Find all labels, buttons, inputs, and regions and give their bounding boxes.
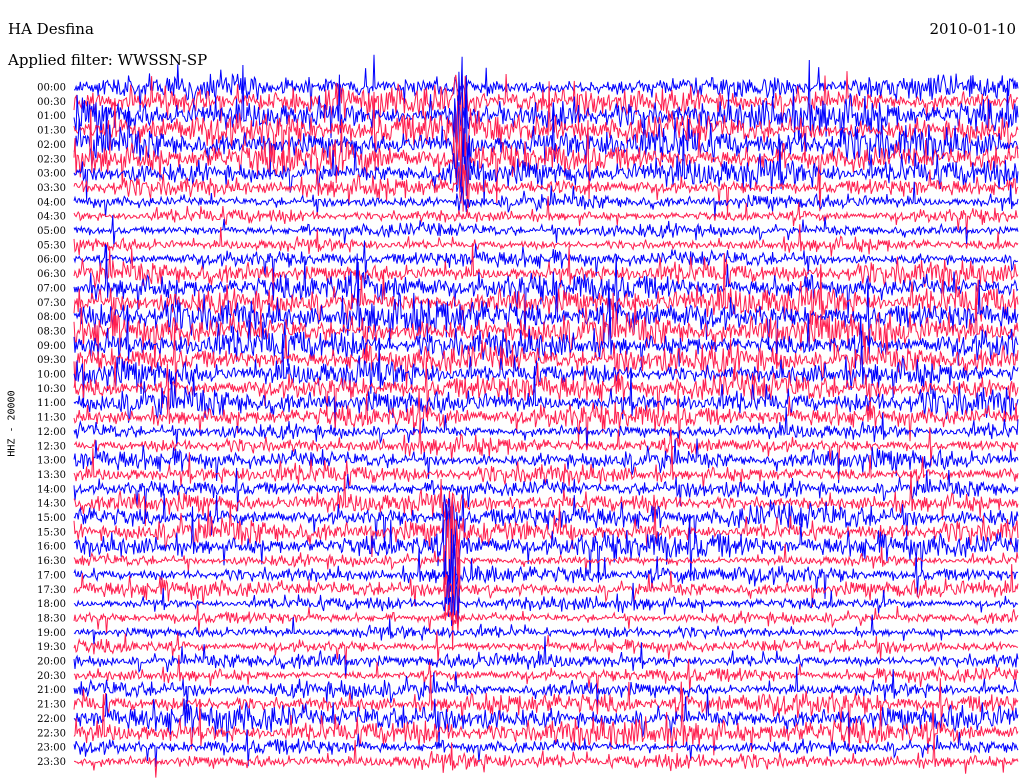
seismogram-plot: 00:00 00:30 01:00 01:30 02:00 02:30 03:00 03:30… (37, 54, 1019, 778)
tick-label: 06:30 (37, 269, 66, 280)
tick-label: 02:30 (37, 154, 66, 165)
trace-line (73, 215, 1019, 247)
tick-label: 21:00 (37, 685, 66, 696)
tick-label: 13:00 (37, 456, 66, 467)
tick-label: 23:00 (37, 743, 66, 754)
tick-label: 01:00 (37, 111, 66, 122)
tick-label: 03:30 (37, 183, 66, 194)
tick-label: 05:30 (37, 240, 66, 251)
filter-label: Applied filter: WWSSN-SP (8, 51, 208, 69)
tick-label: 00:30 (37, 97, 66, 108)
tick-label: 19:00 (37, 628, 66, 639)
tick-label: 13:30 (37, 470, 66, 481)
trace-line (73, 357, 1019, 425)
tick-label: 23:30 (37, 757, 66, 768)
tick-label: 09:30 (37, 355, 66, 366)
tick-label: 18:00 (37, 599, 66, 610)
tick-label: 02:00 (37, 140, 66, 151)
tick-label: 12:30 (37, 441, 66, 452)
tick-label: 06:00 (37, 255, 66, 266)
trace-line (73, 157, 1019, 214)
tick-label: 14:30 (37, 499, 66, 510)
tick-label: 03:00 (37, 169, 66, 180)
trace-line (73, 406, 1019, 448)
tick-label: 10:30 (37, 384, 66, 395)
tick-label: 22:30 (37, 728, 66, 739)
tick-label: 17:00 (37, 570, 66, 581)
tick-label: 16:30 (37, 556, 66, 567)
trace-line (73, 603, 1019, 634)
tick-label: 10:00 (37, 370, 66, 381)
tick-label: 08:00 (37, 312, 66, 323)
tick-label: 07:00 (37, 283, 66, 294)
tick-label: 20:00 (37, 657, 66, 668)
tick-label: 12:00 (37, 427, 66, 438)
tick-label: 01:30 (37, 126, 66, 137)
tick-label: 04:30 (37, 212, 66, 223)
tick-label: 16:00 (37, 542, 66, 553)
tick-label: 05:00 (37, 226, 66, 237)
tick-label: 19:30 (37, 642, 66, 653)
tick-label: 15:30 (37, 527, 66, 538)
tick-label: 07:30 (37, 298, 66, 309)
tick-label: 09:00 (37, 341, 66, 352)
tick-label: 14:00 (37, 484, 66, 495)
tick-label: 17:30 (37, 585, 66, 596)
trace-line (73, 224, 1019, 257)
tick-label: 18:30 (37, 613, 66, 624)
tick-label: 15:00 (37, 513, 66, 524)
tick-label: 11:00 (37, 398, 66, 409)
tick-label: 21:30 (37, 700, 66, 711)
tick-label: 22:00 (37, 714, 66, 725)
tick-label: 04:00 (37, 197, 66, 208)
tick-label: 00:00 (37, 83, 66, 94)
tick-label: 11:30 (37, 413, 66, 424)
tick-label: 20:30 (37, 671, 66, 682)
tick-label: 08:30 (37, 326, 66, 337)
